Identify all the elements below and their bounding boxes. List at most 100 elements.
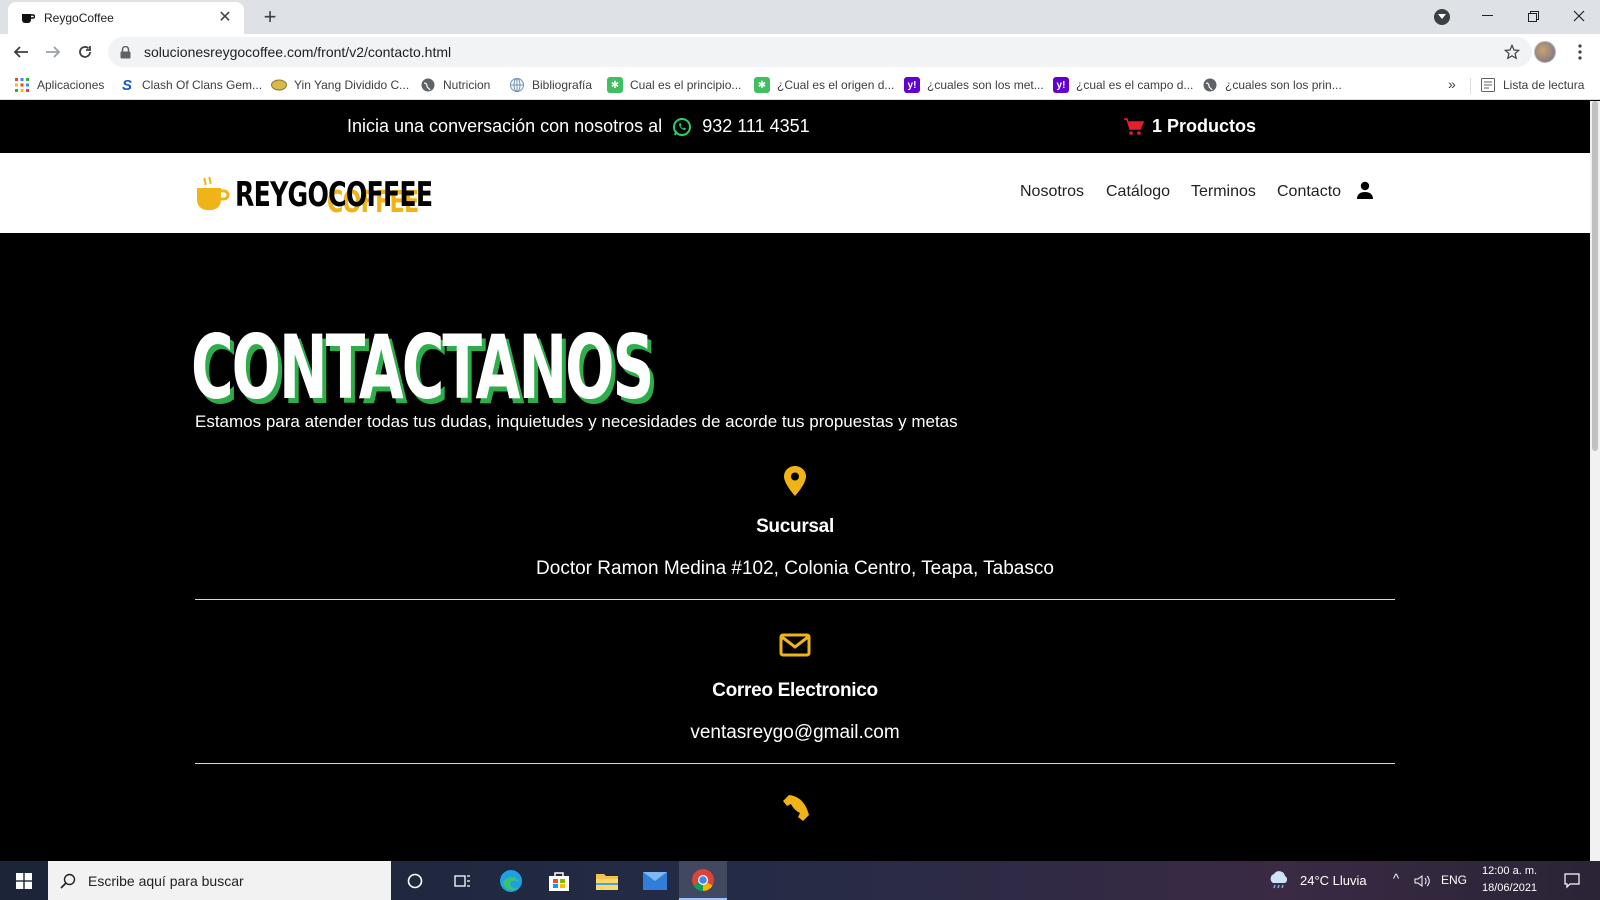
- contact-topbar: Inicia una conversación con nosotros al …: [0, 101, 1590, 153]
- bookmark-origen[interactable]: ✱ ¿Cual es el origen d...: [754, 76, 894, 94]
- bookmark-label: Clash Of Clans Gem...: [142, 78, 263, 92]
- whatsapp-icon[interactable]: [672, 117, 692, 137]
- bookmark-label: Aplicaciones: [37, 78, 105, 92]
- contact-block-text[interactable]: ventasreygo@gmail.com: [195, 722, 1395, 744]
- site-logo[interactable]: COFFEE REYGOCOFFEE: [195, 174, 433, 220]
- globe-icon: [420, 77, 436, 93]
- green-asterisk-icon: ✱: [754, 77, 770, 93]
- tab-search-icon[interactable]: [1434, 9, 1450, 25]
- nav-catalogo[interactable]: Catálogo: [1106, 183, 1170, 201]
- topbar-text: Inicia una conversación con nosotros al: [347, 116, 663, 136]
- weather-text[interactable]: 24°C Lluvia: [1300, 873, 1367, 888]
- yahoo-icon: y!: [904, 77, 920, 93]
- task-view-icon[interactable]: [439, 861, 487, 900]
- bookmark-label: Nutricion: [443, 78, 491, 92]
- user-account-icon[interactable]: [1357, 181, 1373, 199]
- bookmark-yinyang[interactable]: Yin Yang Dividido C...: [271, 76, 409, 94]
- taskbar-search-box[interactable]: Escribe aquí para buscar: [48, 861, 391, 900]
- mail-icon[interactable]: [631, 861, 679, 900]
- tray-chevron-icon[interactable]: ^: [1393, 871, 1399, 886]
- cortana-icon[interactable]: [391, 861, 439, 900]
- notifications-icon[interactable]: [1552, 861, 1592, 900]
- store-icon[interactable]: [535, 861, 583, 900]
- contact-block-sucursal: Sucursal Doctor Ramon Medina #102, Colon…: [195, 465, 1395, 580]
- chrome-icon[interactable]: [679, 861, 727, 900]
- bookmark-metodos[interactable]: y! ¿cuales son los met...: [904, 76, 1044, 94]
- s-logo-icon: S: [121, 76, 132, 94]
- browser-tab-strip: ReygoCoffee ✕ +: [0, 0, 1600, 34]
- yahoo-icon: y!: [1053, 77, 1069, 93]
- weather-rain-icon[interactable]: [1264, 861, 1294, 900]
- more-bookmarks-icon[interactable]: »: [1448, 76, 1456, 92]
- nav-terminos[interactable]: Terminos: [1191, 183, 1256, 201]
- language-indicator[interactable]: ENG: [1441, 873, 1467, 887]
- globe-icon: [1202, 77, 1218, 93]
- reading-list-label: Lista de lectura: [1503, 78, 1585, 92]
- bookmark-label: ¿cual es el campo d...: [1076, 78, 1194, 92]
- clock-date[interactable]: 18/06/2021: [1482, 882, 1537, 894]
- logo-front-text: REYGOCOFFEE: [235, 175, 433, 215]
- scrollbar-thumb[interactable]: [1592, 101, 1598, 451]
- reading-list-button[interactable]: Lista de lectura: [1480, 76, 1584, 94]
- taskbar-search-placeholder: Escribe aquí para buscar: [88, 872, 244, 889]
- forward-button[interactable]: [40, 39, 66, 65]
- reload-button[interactable]: [72, 39, 98, 65]
- restore-button[interactable]: [1510, 0, 1556, 32]
- lock-icon[interactable]: [120, 45, 134, 59]
- bookmark-label: ¿cuales son los prin...: [1225, 78, 1342, 92]
- bookmark-principios[interactable]: ¿cuales son los prin...: [1202, 76, 1342, 94]
- volume-icon[interactable]: [1410, 861, 1434, 900]
- green-asterisk-icon: ✱: [607, 77, 623, 93]
- edge-browser-icon[interactable]: [487, 861, 535, 900]
- cart-label: 1 Productos: [1152, 116, 1257, 136]
- bookmark-principio[interactable]: ✱ Cual es el principio...: [607, 76, 741, 94]
- minimize-button[interactable]: [1464, 0, 1510, 32]
- bookmark-bibliografia[interactable]: Bibliografía: [509, 76, 592, 94]
- cart-link[interactable]: 1 Productos: [1124, 116, 1256, 137]
- page-subtitle: Estamos para atender todas tus dudas, in…: [195, 412, 958, 431]
- url-text[interactable]: solucionesreygocoffee.com/front/v2/conta…: [144, 44, 1498, 60]
- phone-icon: [783, 795, 809, 821]
- section-divider: [195, 763, 1395, 764]
- contact-block-title: Correo Electronico: [712, 680, 878, 701]
- nav-nosotros[interactable]: Nosotros: [1020, 183, 1084, 201]
- topbar-phone[interactable]: 932 111 4351: [702, 116, 809, 137]
- windows-taskbar: Escribe aquí para buscar 24°C Lluvia ^ E…: [0, 861, 1600, 900]
- envelope-icon: [779, 633, 811, 657]
- address-bar[interactable]: solucionesreygocoffee.com/front/v2/conta…: [108, 37, 1532, 67]
- tab-close-icon[interactable]: ✕: [216, 9, 234, 27]
- file-explorer-icon[interactable]: [583, 861, 631, 900]
- bookmark-aplicaciones[interactable]: Aplicaciones: [14, 76, 104, 94]
- coffee-favicon-icon: [20, 10, 36, 26]
- topbar-message: Inicia una conversación con nosotros al …: [347, 116, 810, 137]
- bookmark-star-icon[interactable]: [1498, 38, 1526, 66]
- page-title-text: CONTACTANOS: [191, 316, 654, 419]
- bookmarks-separator: [1470, 78, 1471, 94]
- bookmark-label: Cual es el principio...: [630, 78, 742, 92]
- bookmark-nutricion[interactable]: Nutricion: [420, 76, 490, 94]
- page-scrollbar[interactable]: [1590, 101, 1600, 861]
- bookmark-label: ¿Cual es el origen d...: [777, 78, 895, 92]
- back-button[interactable]: [8, 39, 34, 65]
- browser-toolbar: solucionesreygocoffee.com/front/v2/conta…: [0, 34, 1600, 70]
- apps-grid-icon: [14, 77, 30, 93]
- cart-icon: [1124, 117, 1144, 137]
- close-window-button[interactable]: [1556, 0, 1600, 32]
- profile-avatar[interactable]: [1534, 41, 1556, 63]
- bookmark-campo[interactable]: y! ¿cual es el campo d...: [1053, 76, 1193, 94]
- browser-menu-icon[interactable]: [1570, 42, 1590, 62]
- bookmark-clash[interactable]: S Clash Of Clans Gem...: [119, 76, 262, 94]
- windows-start-icon[interactable]: [0, 861, 48, 900]
- clock-time[interactable]: 12:00 a. m.: [1482, 865, 1537, 877]
- nav-contacto[interactable]: Contacto: [1277, 183, 1341, 201]
- page-viewport: Inicia una conversación con nosotros al …: [0, 101, 1600, 861]
- contact-block-text: Doctor Ramon Medina #102, Colonia Centro…: [536, 558, 1054, 579]
- yin-yang-icon: [271, 77, 287, 93]
- search-icon: [60, 873, 76, 889]
- site-header: COFFEE REYGOCOFFEE Nosotros Catálogo Ter…: [0, 153, 1590, 233]
- browser-tab[interactable]: ReygoCoffee ✕: [8, 2, 244, 34]
- contact-block-email: Correo Electronico ventasreygo@gmail.com: [195, 629, 1395, 744]
- new-tab-button[interactable]: +: [258, 6, 282, 28]
- bookmarks-bar: Aplicaciones S Clash Of Clans Gem... Yin…: [0, 70, 1600, 100]
- bookmark-label: Yin Yang Dividido C...: [294, 78, 410, 92]
